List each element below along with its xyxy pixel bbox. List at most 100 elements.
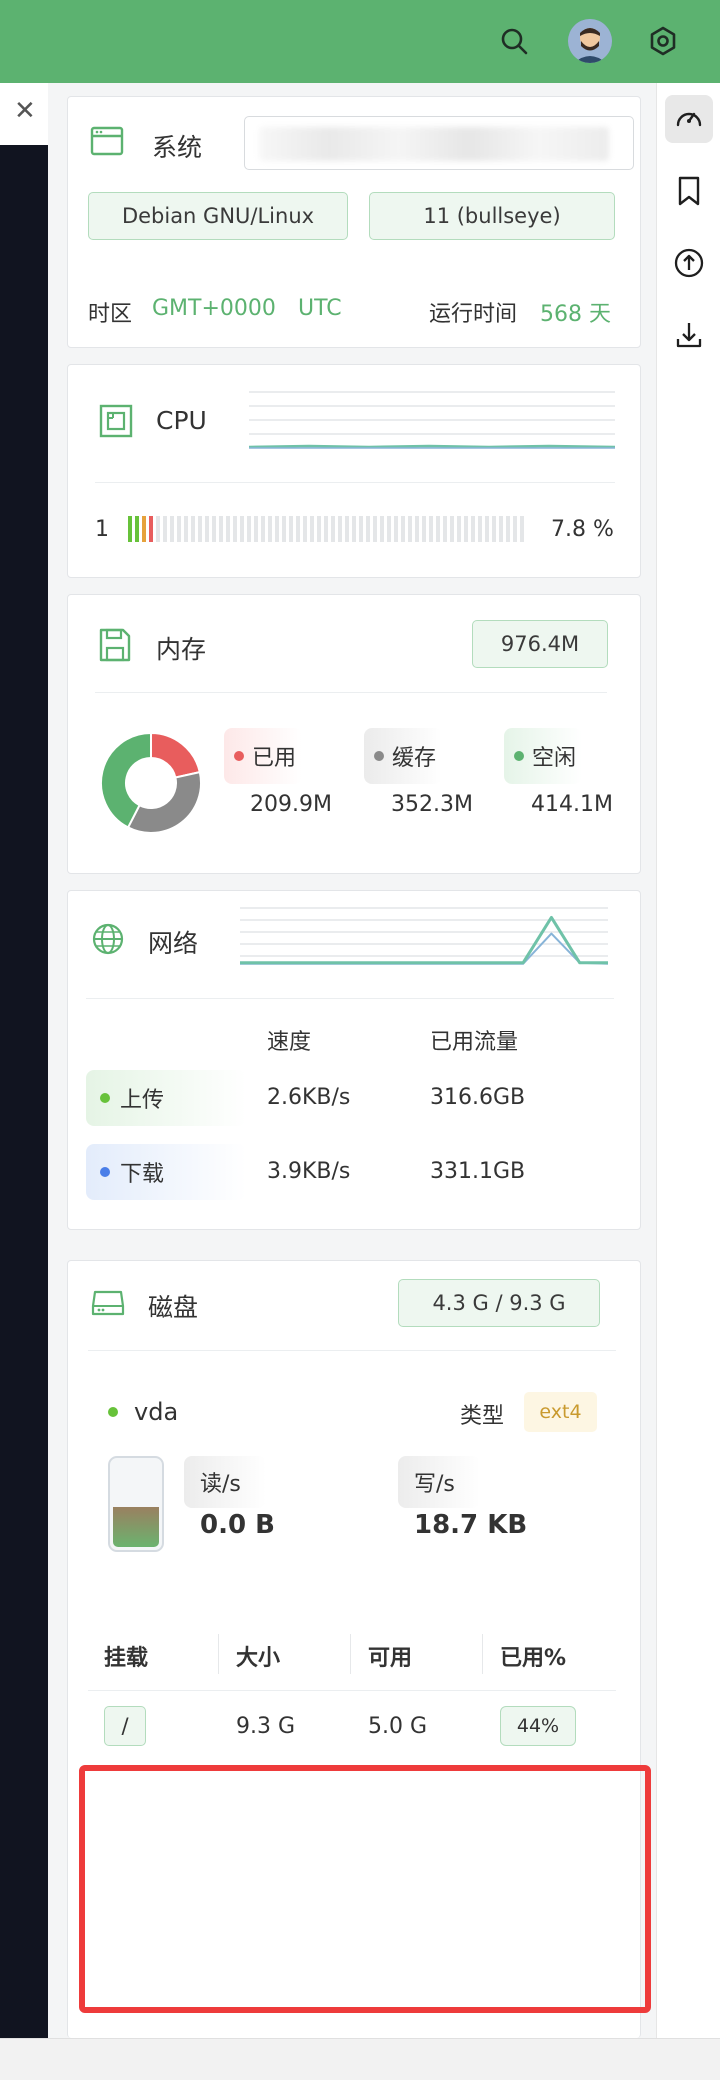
cpu-bar-segment xyxy=(436,516,440,542)
disk-row-size: 9.3 G xyxy=(236,1714,296,1739)
cpu-sparkline xyxy=(249,391,615,449)
cpu-bar-segment xyxy=(352,516,356,542)
timezone-value: GMT+0000 xyxy=(152,296,276,321)
download-dot xyxy=(100,1167,110,1177)
left-dark-area xyxy=(0,145,48,2038)
network-upload-traffic: 316.6GB xyxy=(430,1085,526,1110)
network-traffic-header: 已用流量 xyxy=(430,1030,519,1055)
cpu-bar-segment xyxy=(408,516,412,542)
network-divider xyxy=(86,998,614,999)
left-strip xyxy=(0,83,48,2038)
memory-legend-free: 空闲 xyxy=(504,728,582,784)
memory-pie-slice xyxy=(150,731,201,779)
disk-read-value: 0.0 B xyxy=(200,1510,275,1540)
memory-divider xyxy=(95,692,607,693)
cpu-bar-segment xyxy=(359,516,363,542)
search-icon[interactable] xyxy=(491,18,537,64)
cpu-bar-segment xyxy=(401,516,405,542)
uptime-value: 568 天 xyxy=(540,302,611,327)
memory-icon xyxy=(99,628,131,666)
cpu-bar-segment xyxy=(128,516,132,542)
disk-col-size: 大小 xyxy=(236,1646,281,1671)
cpu-bar-segment xyxy=(443,516,447,542)
cpu-bar-segment xyxy=(478,516,482,542)
network-download-speed: 3.9KB/s xyxy=(267,1159,351,1184)
memory-free-label: 空闲 xyxy=(532,746,577,771)
settings-icon[interactable] xyxy=(640,18,686,64)
cpu-bar-segment xyxy=(135,516,139,542)
cpu-bar-segment xyxy=(457,516,461,542)
right-rail xyxy=(656,83,720,2038)
dashboard-icon[interactable] xyxy=(665,95,713,143)
network-sparkline xyxy=(240,907,608,965)
col-separator xyxy=(482,1634,483,1674)
cpu-bar-segment xyxy=(429,516,433,542)
cpu-bar-segment xyxy=(177,516,181,542)
timezone-name: UTC xyxy=(298,296,342,321)
disk-read-chip: 读/s xyxy=(184,1456,266,1508)
cpu-divider xyxy=(95,482,615,483)
cpu-bar-segment xyxy=(394,516,398,542)
timezone-label: 时区 xyxy=(88,302,133,327)
cpu-bar-segment xyxy=(170,516,174,542)
upload-icon[interactable] xyxy=(665,239,713,287)
cpu-bar-segment xyxy=(219,516,223,542)
cpu-bar-segment xyxy=(415,516,419,542)
upload-dot xyxy=(100,1093,110,1103)
cpu-bar-segment xyxy=(247,516,251,542)
cpu-bar-segment xyxy=(282,516,286,542)
disk-device-name[interactable]: vda xyxy=(134,1398,178,1426)
cpu-bar-segment xyxy=(303,516,307,542)
cpu-bar-segment xyxy=(268,516,272,542)
free-dot xyxy=(514,751,524,761)
bookmark-icon[interactable] xyxy=(665,167,713,215)
memory-legend-cache: 缓存 xyxy=(364,728,442,784)
cpu-bar-segment xyxy=(275,516,279,542)
memory-free-value: 414.1M xyxy=(531,792,613,817)
cpu-bar-segment xyxy=(450,516,454,542)
memory-pie-chart xyxy=(100,731,202,834)
memory-pie-slice xyxy=(126,770,202,834)
disk-row-used: 44% xyxy=(500,1706,576,1746)
highlight-box xyxy=(79,1765,651,2013)
cpu-bar-segment xyxy=(191,516,195,542)
network-upload-chip: 上传 xyxy=(86,1070,246,1126)
disk-usage-tag: 4.3 G / 9.3 G xyxy=(398,1279,600,1327)
os-name-tag: Debian GNU/Linux xyxy=(88,192,348,240)
cpu-bar-segment xyxy=(499,516,503,542)
cpu-bar-segment xyxy=(184,516,188,542)
cpu-bar-segment xyxy=(492,516,496,542)
cpu-bar-segment xyxy=(422,516,426,542)
cpu-bar-segment xyxy=(471,516,475,542)
network-download-chip: 下载 xyxy=(86,1144,246,1200)
disk-icon xyxy=(91,1288,125,1322)
cpu-bar-segment xyxy=(387,516,391,542)
disk-col-mount: 挂载 xyxy=(104,1646,149,1671)
cpu-core-usage: 7.8 % xyxy=(551,517,614,542)
cpu-bar-segment xyxy=(324,516,328,542)
disk-fill-gauge xyxy=(108,1456,164,1552)
avatar[interactable] xyxy=(568,19,612,63)
network-upload-speed: 2.6KB/s xyxy=(267,1085,351,1110)
disk-row-avail: 5.0 G xyxy=(368,1714,428,1739)
disk-table-divider xyxy=(88,1690,616,1691)
network-speed-header: 速度 xyxy=(267,1030,312,1055)
cpu-icon xyxy=(99,404,133,442)
hostname-field[interactable] xyxy=(244,116,634,170)
download-icon[interactable] xyxy=(665,311,713,359)
close-icon[interactable]: ✕ xyxy=(14,98,36,124)
disk-write-value: 18.7 KB xyxy=(414,1510,528,1540)
disk-read-label: 读/s xyxy=(200,1472,241,1497)
cpu-bar-segment xyxy=(149,516,153,542)
memory-cache-value: 352.3M xyxy=(391,792,473,817)
disk-mount-tag: / xyxy=(104,1706,146,1746)
disk-type-label: 类型 xyxy=(460,1404,505,1429)
cpu-bar-segment xyxy=(513,516,517,542)
cpu-bar-segment xyxy=(254,516,258,542)
cpu-bar-segment xyxy=(156,516,160,542)
memory-cache-label: 缓存 xyxy=(392,746,437,771)
cpu-bar-segment xyxy=(380,516,384,542)
memory-used-label: 已用 xyxy=(252,746,297,771)
disk-divider xyxy=(88,1350,616,1351)
memory-used-value: 209.9M xyxy=(250,792,332,817)
